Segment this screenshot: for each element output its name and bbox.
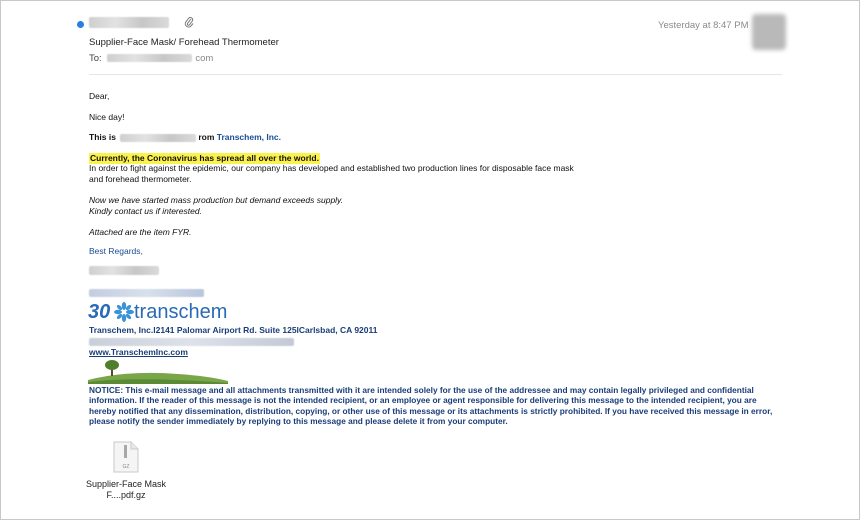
closing-line: Best Regards,	[89, 246, 143, 256]
intro-prefix: This is	[89, 132, 116, 142]
timestamp: Yesterday at 8:47 PM	[658, 20, 749, 31]
avatar	[752, 14, 786, 50]
italic-line-attached: Attached are the item FYR.	[89, 227, 192, 237]
company-logo: 30 transchem	[88, 300, 238, 324]
email-subject: Supplier-Face Mask/ Forehead Thermometer	[89, 37, 279, 48]
intro-suffix: rom	[198, 132, 215, 142]
file-ext-label: GZ	[123, 464, 130, 470]
recipient-redacted[interactable]	[107, 54, 193, 63]
paperclip-icon	[184, 17, 194, 28]
body-paragraph: In order to fight against the epidemic, …	[89, 163, 574, 184]
signature-name-redacted	[89, 266, 159, 275]
intro-line: This is rom Transchem, Inc.	[89, 132, 281, 143]
logo-number: 30	[88, 301, 111, 323]
to-label: To:	[89, 53, 102, 64]
contact-details-redacted	[89, 338, 294, 346]
landscape-image	[88, 358, 228, 384]
italic-line-supply: Now we have started mass production but …	[89, 195, 344, 205]
header-divider	[89, 74, 782, 75]
company-address: Transchem, Inc.l2141 Palomar Airport Rd.…	[89, 325, 378, 335]
unread-indicator	[77, 21, 84, 28]
niceday-line: Nice day!	[89, 112, 125, 122]
greeting: Dear,	[89, 91, 110, 101]
recipient-row: To: com	[89, 53, 213, 64]
website-link[interactable]: www.TranschemInc.com	[89, 347, 188, 357]
logo-flower-icon	[114, 302, 134, 322]
sender-name-redacted[interactable]	[89, 17, 169, 28]
recipient-domain: com	[195, 53, 214, 64]
highlighted-sentence: Currently, the Coronavirus has spread al…	[89, 153, 320, 164]
attachment-name[interactable]: Supplier-Face Mask F....pdf.gz	[80, 479, 172, 501]
legal-notice: NOTICE: This e-mail message and all atta…	[89, 385, 773, 426]
person-name-redacted	[120, 133, 197, 142]
gz-file-icon[interactable]: GZ	[113, 441, 139, 473]
signature-title-redacted	[89, 289, 204, 297]
italic-line-contact: Kindly contact us if interested.	[89, 206, 202, 216]
logo-word: transchem	[134, 301, 228, 323]
company-name: Transchem, Inc.	[216, 132, 281, 142]
